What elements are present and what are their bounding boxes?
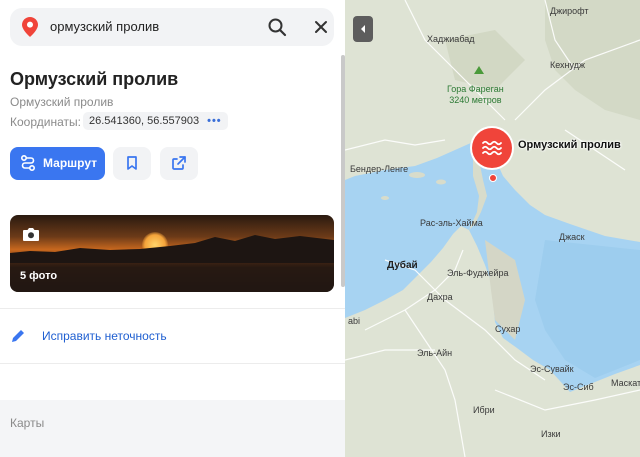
map-label: Маскат <box>611 378 640 388</box>
page-title: Ормузский пролив <box>10 69 179 89</box>
divider <box>0 308 345 309</box>
location-pin-icon <box>22 17 38 37</box>
search-bar[interactable]: ормузский пролив <box>10 8 334 46</box>
map-canvas[interactable] <box>345 0 640 457</box>
map-label: Кехнудж <box>550 60 585 70</box>
bookmark-button[interactable] <box>113 147 151 180</box>
peak-height: 3240 метров <box>449 95 502 105</box>
close-icon[interactable] <box>310 16 332 38</box>
map-label: Дахра <box>427 292 453 302</box>
location-dot <box>489 174 497 182</box>
map-label: Джирофт <box>550 6 589 16</box>
chevron-left-icon <box>361 25 365 33</box>
search-query[interactable]: ормузский пролив <box>50 19 159 34</box>
map-label: Дубай <box>387 260 418 271</box>
map-label: abi <box>348 316 361 326</box>
island <box>436 179 446 185</box>
footer: Карты <box>0 400 345 457</box>
map-label: Изки <box>541 429 561 439</box>
photo-count: 5 фото <box>20 270 58 282</box>
share-icon <box>172 156 186 170</box>
map-label: Рас-эль-Хайма <box>420 218 483 228</box>
pencil-icon <box>12 330 24 342</box>
hills-silhouette <box>10 235 334 292</box>
map-label: Хаджиабад <box>427 34 475 44</box>
route-label[interactable]: Маршрут <box>43 156 97 170</box>
divider <box>0 363 345 364</box>
route-button[interactable]: Маршрут <box>10 147 105 180</box>
bookmark-icon <box>127 156 137 170</box>
coordinates-text[interactable]: 26.541360, 56.557903 <box>89 115 199 127</box>
map-label: Эль-Айн <box>417 348 453 358</box>
peak-name: Гора Фареган <box>447 84 504 94</box>
footer-label: Карты <box>10 416 45 430</box>
map[interactable]: Джирофт Хаджиабад Кехнудж Гора Фареган 3… <box>345 0 640 457</box>
island <box>409 172 425 178</box>
place-marker[interactable] <box>472 128 512 168</box>
water-waves-icon <box>482 140 502 156</box>
map-label: Джаск <box>559 232 585 242</box>
route-icon <box>21 155 35 171</box>
place-panel: ормузский пролив Ормузский пролив Ормузс… <box>0 0 345 457</box>
share-button[interactable] <box>160 147 198 180</box>
camera-icon <box>23 228 39 241</box>
marker-label[interactable]: Ормузский пролив <box>518 139 621 151</box>
place-subtitle: Ормузский пролив <box>10 95 114 109</box>
map-label: Эль-Фуджейра <box>447 268 509 278</box>
coordinates-value[interactable]: 26.541360, 56.557903 ••• <box>83 112 228 130</box>
map-label: Бендер-Ленге <box>350 164 409 174</box>
search-icon[interactable] <box>266 16 288 38</box>
map-label: Эс-Сувайк <box>530 364 574 374</box>
more-icon[interactable]: ••• <box>207 115 222 127</box>
collapse-panel-button[interactable] <box>353 16 373 42</box>
coordinates-label: Координаты: <box>10 115 81 129</box>
map-label: Сухар <box>495 324 521 334</box>
map-label: Эс-Сиб <box>563 382 594 392</box>
peak-label: Гора Фареган 3240 метров <box>447 84 504 106</box>
island <box>381 196 389 200</box>
photo-gallery[interactable]: 5 фото <box>10 215 334 292</box>
map-label: Ибри <box>473 405 495 415</box>
report-error-label[interactable]: Исправить неточность <box>42 329 167 343</box>
